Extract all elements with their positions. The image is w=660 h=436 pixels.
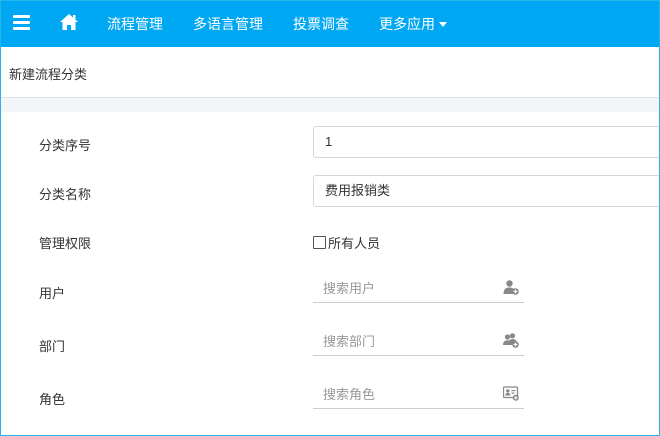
hamburger-menu-icon[interactable] — [13, 15, 30, 31]
user-search-field[interactable] — [313, 273, 524, 303]
checkbox-icon[interactable] — [313, 236, 326, 249]
group-add-icon[interactable] — [503, 332, 519, 348]
dept-search-input[interactable] — [313, 326, 505, 356]
section-divider — [1, 98, 659, 112]
user-label: 用户 — [39, 286, 66, 301]
permission-label: 管理权限 — [39, 236, 92, 251]
user-search-input[interactable] — [313, 273, 505, 303]
home-icon[interactable] — [59, 12, 79, 32]
nav-item-more-apps-label: 更多应用 — [379, 16, 435, 32]
page-title: 新建流程分类 — [9, 67, 88, 82]
nav-item-workflow-management[interactable]: 流程管理 — [107, 1, 163, 47]
user-add-icon[interactable] — [503, 279, 519, 295]
caret-down-icon — [439, 21, 447, 27]
everyone-checkbox-label: 所有人员 — [328, 236, 381, 251]
order-input[interactable]: 1 — [313, 126, 659, 158]
nav-item-voting-survey[interactable]: 投票调查 — [293, 1, 349, 47]
category-form: 分类序号 1 分类名称 费用报销类 管理权限 所有人员 用户 部门 — [1, 112, 659, 435]
role-label: 角色 — [39, 392, 66, 407]
id-card-icon[interactable] — [503, 385, 519, 401]
name-label: 分类名称 — [39, 187, 92, 202]
name-input[interactable]: 费用报销类 — [313, 175, 659, 207]
everyone-checkbox[interactable]: 所有人员 — [313, 233, 380, 252]
dept-label: 部门 — [39, 339, 66, 354]
top-navbar: 流程管理 多语言管理 投票调查 更多应用 — [1, 1, 659, 47]
nav-item-more-apps[interactable]: 更多应用 — [379, 1, 447, 47]
app-window: 流程管理 多语言管理 投票调查 更多应用 新建流程分类 分类序号 1 分类名称 … — [0, 0, 660, 436]
role-search-field[interactable] — [313, 379, 524, 409]
role-search-input[interactable] — [313, 379, 505, 409]
order-label: 分类序号 — [39, 138, 92, 153]
dept-search-field[interactable] — [313, 326, 524, 356]
nav-item-multilanguage-management[interactable]: 多语言管理 — [193, 1, 263, 47]
page-header: 新建流程分类 — [1, 47, 659, 98]
